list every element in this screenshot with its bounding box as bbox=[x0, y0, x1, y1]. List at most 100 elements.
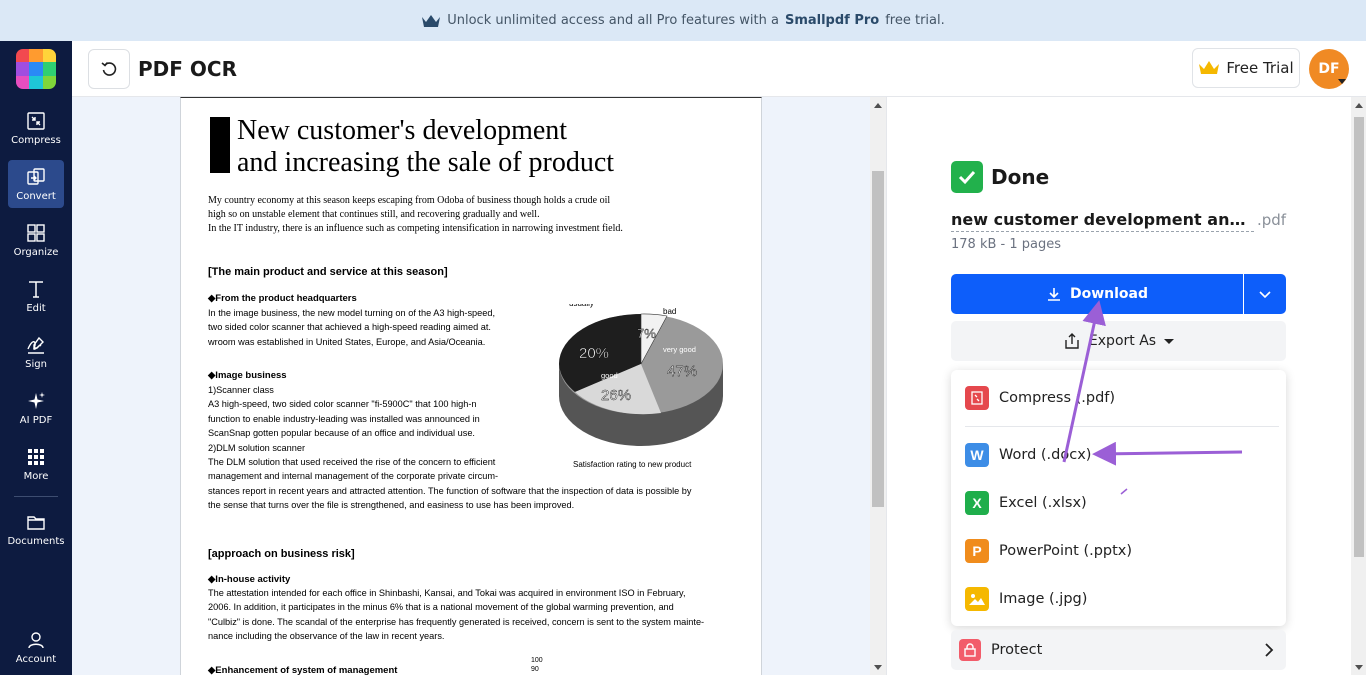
sidebar-item-label: More bbox=[24, 471, 49, 482]
pie-chart-figure: usually bad very good good 20% 7% 47% 26… bbox=[551, 304, 731, 472]
doc-line: 2006. In addition, it participates in th… bbox=[208, 600, 704, 614]
doc-subheading: ◆From the product headquarters bbox=[208, 293, 357, 304]
download-options-button[interactable] bbox=[1244, 274, 1286, 314]
pie-value-bad: 7% bbox=[637, 326, 656, 341]
check-icon bbox=[951, 161, 983, 193]
axis-tick-label: 100 bbox=[531, 656, 543, 665]
doc-line: In the image business, the new model tur… bbox=[208, 306, 495, 320]
scroll-down-icon[interactable] bbox=[1355, 665, 1363, 670]
viewer-scrollbar[interactable] bbox=[870, 97, 886, 675]
banner-text-after: free trial. bbox=[885, 13, 945, 28]
pie-value-good: 26% bbox=[601, 387, 631, 404]
doc-subheading: ◆Image business bbox=[208, 370, 287, 381]
doc-paragraph: In the image business, the new model tur… bbox=[208, 306, 495, 349]
status-label: Done bbox=[991, 165, 1049, 189]
sidebar-item-ai-pdf[interactable]: AI PDF bbox=[8, 384, 64, 432]
compress-pdf-icon bbox=[965, 386, 989, 410]
doc-line: In the IT industry, there is an influenc… bbox=[208, 222, 748, 236]
user-icon bbox=[25, 629, 47, 651]
sign-icon bbox=[25, 334, 47, 356]
download-button[interactable]: Download bbox=[951, 274, 1243, 314]
chevron-down-icon[interactable] bbox=[1338, 79, 1346, 84]
back-button[interactable] bbox=[88, 49, 130, 89]
doc-subheading: ◆Enhancement of system of management bbox=[208, 665, 397, 675]
sidebar-item-sign[interactable]: Sign bbox=[8, 328, 64, 376]
doc-line: two sided color scanner that achieved a … bbox=[208, 320, 495, 334]
pie-value-usually: 20% bbox=[579, 345, 609, 362]
doc-line: the sense that turns over the file is st… bbox=[208, 498, 691, 512]
menu-item-image[interactable]: Image (.jpg) bbox=[951, 577, 1286, 621]
menu-item-label: Image (.jpg) bbox=[999, 591, 1087, 607]
doc-section-heading: [The main product and service at this se… bbox=[208, 266, 448, 278]
crown-icon bbox=[1198, 60, 1220, 76]
free-trial-button[interactable]: Free Trial bbox=[1192, 48, 1300, 88]
doc-line: "Culbiz" is done. The scandal of the ent… bbox=[208, 615, 704, 629]
protect-label: Protect bbox=[991, 642, 1042, 658]
pie-caption: Satisfaction rating to new product bbox=[573, 460, 691, 469]
document-viewer[interactable]: New customer's development and increasin… bbox=[72, 97, 886, 675]
sidebar-item-more[interactable]: More bbox=[8, 440, 64, 488]
result-panel: Done new customer development and increa… bbox=[886, 97, 1366, 675]
menu-item-label: PowerPoint (.pptx) bbox=[999, 543, 1132, 559]
smallpdf-logo[interactable] bbox=[16, 49, 56, 89]
organize-icon bbox=[25, 222, 47, 244]
menu-item-word[interactable]: W Word (.docx) bbox=[951, 433, 1286, 477]
sidebar-item-organize[interactable]: Organize bbox=[8, 216, 64, 264]
sidebar-item-convert[interactable]: Convert bbox=[8, 160, 64, 208]
folder-icon bbox=[25, 511, 47, 533]
sidebar-item-account[interactable]: Account bbox=[8, 623, 64, 671]
doc-line: wroom was established in United States, … bbox=[208, 335, 495, 349]
scrollbar-thumb[interactable] bbox=[872, 171, 884, 507]
doc-line: high so on unstable element that continu… bbox=[208, 208, 748, 222]
banner-text-before: Unlock unlimited access and all Pro feat… bbox=[447, 13, 779, 28]
menu-item-excel[interactable]: X Excel (.xlsx) bbox=[951, 481, 1286, 525]
menu-item-label: Excel (.xlsx) bbox=[999, 495, 1087, 511]
scroll-down-icon[interactable] bbox=[874, 665, 882, 670]
sidebar-item-label: Account bbox=[16, 654, 56, 665]
export-as-button[interactable]: Export As bbox=[951, 321, 1286, 361]
axis-tick-label: 90 bbox=[531, 665, 543, 674]
sidebar-item-label: Convert bbox=[16, 191, 56, 202]
doc-title-line: New customer's development bbox=[237, 115, 614, 147]
word-icon: W bbox=[965, 443, 989, 467]
file-name[interactable]: new customer development and increasing … bbox=[951, 210, 1254, 232]
menu-item-powerpoint[interactable]: P PowerPoint (.pptx) bbox=[951, 529, 1286, 573]
sidebar-divider bbox=[14, 496, 58, 497]
undo-icon bbox=[100, 60, 118, 78]
menu-divider bbox=[965, 426, 1279, 427]
sidebar-item-label: Sign bbox=[25, 359, 47, 370]
sidebar-item-label: Compress bbox=[11, 135, 61, 146]
banner-brand[interactable]: Smallpdf Pro bbox=[785, 13, 879, 28]
scroll-up-icon[interactable] bbox=[1355, 103, 1363, 108]
convert-icon bbox=[25, 166, 47, 188]
compress-icon bbox=[25, 110, 47, 132]
grid-dots-icon bbox=[25, 446, 47, 468]
menu-item-compress[interactable]: Compress (.pdf) bbox=[951, 376, 1286, 420]
sidebar-item-compress[interactable]: Compress bbox=[8, 104, 64, 152]
doc-paragraph: The attestation intended for each office… bbox=[208, 586, 704, 644]
pie-label-usually: usually bbox=[569, 304, 594, 308]
menu-item-label: Word (.docx) bbox=[999, 447, 1091, 463]
scrollbar-thumb[interactable] bbox=[1354, 117, 1364, 557]
doc-line: The attestation intended for each office… bbox=[208, 586, 704, 600]
sidebar-item-label: Edit bbox=[26, 303, 45, 314]
scroll-up-icon[interactable] bbox=[874, 103, 882, 108]
download-icon bbox=[1046, 286, 1062, 302]
powerpoint-icon: P bbox=[965, 539, 989, 563]
pie-label-good: good bbox=[601, 371, 618, 380]
protect-button[interactable]: Protect bbox=[951, 630, 1286, 670]
promo-banner[interactable]: Unlock unlimited access and all Pro feat… bbox=[0, 0, 1366, 41]
doc-section-heading: [approach on business risk] bbox=[208, 548, 355, 560]
panel-scrollbar[interactable] bbox=[1351, 97, 1366, 675]
sidebar: Compress Convert Organize Edit Sign AI P… bbox=[0, 41, 72, 675]
pie-chart-graphic: usually bad very good good 20% 7% 47% 26… bbox=[551, 304, 731, 464]
sidebar-item-documents[interactable]: Documents bbox=[8, 505, 64, 553]
pie-label-bad: bad bbox=[663, 307, 676, 316]
sidebar-item-label: Organize bbox=[14, 247, 59, 258]
caret-down-icon bbox=[1164, 339, 1174, 344]
app-header: PDF OCR Free Trial DF bbox=[72, 41, 1366, 97]
edit-text-icon bbox=[25, 278, 47, 300]
sidebar-item-edit[interactable]: Edit bbox=[8, 272, 64, 320]
export-as-label: Export As bbox=[1089, 333, 1156, 349]
crown-icon bbox=[421, 13, 441, 29]
